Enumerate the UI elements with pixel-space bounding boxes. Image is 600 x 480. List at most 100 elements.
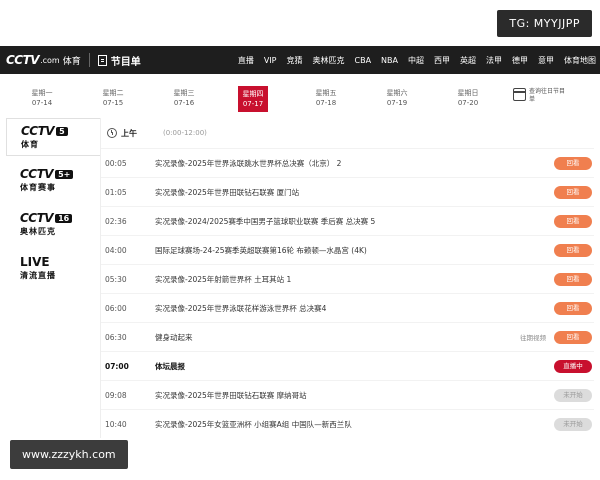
top-navbar: CCTV .com 体育 节目单 直播 VIP 竞猜 奥林匹克 CBA NBA … (0, 46, 600, 74)
program-time: 10:40 (105, 419, 127, 429)
program-title[interactable]: 实况录像-2025年世界田联钻石联赛 摩纳哥站 (155, 390, 307, 401)
not-started-badge: 未开始 (554, 388, 592, 402)
program-title[interactable]: 实况录像-2024/2025赛季中国男子篮球职业联赛 季后赛 总决赛 5 (155, 216, 375, 227)
channel-name: 体育赛事 (20, 183, 56, 192)
program-row[interactable]: 06:00 实况录像-2025年世界泳联花样游泳世界杯 总决赛4 回看 (101, 293, 594, 322)
date-day: 07-14 (31, 99, 53, 107)
nav-link-sports-map[interactable]: 体育地图 (564, 55, 596, 66)
channel-live[interactable]: LIVE 清流直播 (6, 248, 100, 288)
replay-button[interactable]: 回看 (554, 185, 592, 199)
program-title[interactable]: 实况录像-2025年世界泳联花样游泳世界杯 总决赛4 (155, 303, 326, 314)
program-row[interactable]: 06:30 健身动起来 往期视频 回看 (101, 322, 594, 351)
calendar-lookup[interactable]: 查询往日节目单 (513, 88, 569, 104)
program-title[interactable]: 体坛晨报 (155, 361, 185, 372)
replay-button[interactable]: 回看 (554, 272, 592, 286)
channel-number: 5 (56, 126, 68, 136)
site-logo[interactable]: CCTV .com 体育 (0, 46, 81, 74)
page-title: 节目单 (110, 56, 141, 68)
channel-number: 16 (55, 213, 73, 223)
date-weekday: 星期二 (102, 89, 124, 97)
program-row[interactable]: 10:40 实况录像-2025年女篮亚洲杯 小组赛A组 中国队—新西兰队 未开始 (101, 409, 594, 438)
date-weekday: 星期四 (242, 90, 264, 98)
program-title[interactable]: 健身动起来 (155, 332, 193, 343)
program-row-current[interactable]: 07:00 体坛晨报 直播中 (101, 351, 594, 380)
nav-link-bundesliga[interactable]: 德甲 (512, 55, 528, 66)
program-time: 01:05 (105, 187, 127, 197)
logo-sports: 体育 (62, 56, 81, 67)
program-row[interactable]: 02:36 实况录像-2024/2025赛季中国男子篮球职业联赛 季后赛 总决赛… (101, 206, 594, 235)
program-time: 09:08 (105, 390, 127, 400)
nav-link-csl[interactable]: 中超 (408, 55, 424, 66)
nav-links: 直播 VIP 竞猜 奥林匹克 CBA NBA 中超 西甲 英超 法甲 德甲 意甲… (228, 46, 596, 74)
date-tab-mon[interactable]: 星期一 07-14 (17, 84, 67, 108)
date-day: 07-17 (242, 100, 264, 108)
nav-divider (88, 53, 90, 67)
program-title[interactable]: 实况录像-2025年世界泳联跳水世界杯总决赛（北京） 2 (155, 158, 341, 169)
nav-link-quiz[interactable]: 竞猜 (287, 55, 303, 66)
date-tab-sun[interactable]: 星期日 07-20 (443, 84, 493, 108)
nav-link-epl[interactable]: 英超 (460, 55, 476, 66)
date-weekday: 星期日 (457, 89, 479, 97)
document-icon (97, 54, 107, 66)
date-tab-sat[interactable]: 星期六 07-19 (372, 84, 422, 108)
live-now-button[interactable]: 直播中 (554, 359, 592, 373)
date-weekday: 星期三 (173, 89, 195, 97)
program-row[interactable]: 00:05 实况录像-2025年世界泳联跳水世界杯总决赛（北京） 2 回看 (101, 148, 594, 177)
date-day: 07-16 (173, 99, 195, 107)
nav-link-ligue1[interactable]: 法甲 (486, 55, 502, 66)
program-title[interactable]: 实况录像-2025年女篮亚洲杯 小组赛A组 中国队—新西兰队 (155, 419, 352, 430)
calendar-label: 查询往日节目单 (529, 88, 566, 103)
program-row[interactable]: 01:05 实况录像-2025年世界田联钻石联赛 厦门站 回看 (101, 177, 594, 206)
channel-cctv5plus[interactable]: CCTV 5+ 体育赛事 (6, 160, 100, 200)
program-row[interactable]: 05:30 实况录像-2025年射箭世界杯 土耳其站 1 回看 (101, 264, 594, 293)
period-header: 上午 (0:00-12:00) (101, 118, 594, 148)
nav-link-olympics[interactable]: 奥林匹克 (313, 55, 345, 66)
date-day: 07-20 (457, 99, 479, 107)
replay-button[interactable]: 回看 (554, 330, 592, 344)
nav-link-vip[interactable]: VIP (264, 56, 277, 65)
program-title[interactable]: 实况录像-2025年世界田联钻石联赛 厦门站 (155, 187, 299, 198)
program-title[interactable]: 国际足球赛场-24-25赛季英超联赛第16轮 布赖顿—水晶宫 (4K) (155, 245, 367, 256)
program-time: 07:00 (105, 361, 129, 371)
clock-icon (107, 128, 117, 138)
channel-cctv5[interactable]: CCTV 5 体育 (6, 118, 100, 156)
program-time: 02:36 (105, 216, 127, 226)
date-tab-wed[interactable]: 星期三 07-16 (159, 84, 209, 108)
date-weekday: 星期六 (386, 89, 408, 97)
channel-name: 清流直播 (20, 271, 56, 280)
program-time: 05:30 (105, 274, 127, 284)
period-label: 上午 (121, 128, 137, 138)
program-row[interactable]: 09:08 实况录像-2025年世界田联钻石联赛 摩纳哥站 未开始 (101, 380, 594, 409)
nav-link-cba[interactable]: CBA (355, 56, 372, 65)
not-started-badge: 未开始 (554, 417, 592, 431)
program-list: 上午 (0:00-12:00) 00:05 实况录像-2025年世界泳联跳水世界… (100, 118, 594, 438)
channel-name: 体育 (21, 140, 39, 149)
nav-link-live[interactable]: 直播 (238, 55, 254, 66)
nav-link-nba[interactable]: NBA (381, 56, 398, 65)
date-tab-fri[interactable]: 星期五 07-18 (301, 84, 351, 108)
replay-button[interactable]: 回看 (554, 156, 592, 170)
replay-button[interactable]: 回看 (554, 214, 592, 228)
nav-link-seriea[interactable]: 意甲 (538, 55, 554, 66)
channel-logo: CCTV (20, 167, 54, 181)
date-tab-thu[interactable]: 星期四 07-17 (238, 86, 268, 112)
date-tab-tue[interactable]: 星期二 07-15 (88, 84, 138, 108)
date-weekday: 星期五 (315, 89, 337, 97)
replay-button[interactable]: 回看 (554, 243, 592, 257)
program-time: 06:30 (105, 332, 127, 342)
period-range: (0:00-12:00) (163, 129, 207, 137)
replay-button[interactable]: 回看 (554, 301, 592, 315)
program-row[interactable]: 04:00 国际足球赛场-24-25赛季英超联赛第16轮 布赖顿—水晶宫 (4K… (101, 235, 594, 264)
nav-link-laliga[interactable]: 西甲 (434, 55, 450, 66)
logo-com: .com (40, 55, 60, 65)
date-day: 07-19 (386, 99, 408, 107)
calendar-icon (513, 88, 526, 101)
channel-name: 奥林匹克 (20, 227, 56, 236)
program-time: 04:00 (105, 245, 127, 255)
program-title[interactable]: 实况录像-2025年射箭世界杯 土耳其站 1 (155, 274, 291, 285)
date-day: 07-18 (315, 99, 337, 107)
past-videos-link[interactable]: 往期视频 (520, 332, 546, 342)
channel-cctv16[interactable]: CCTV 16 奥林匹克 (6, 204, 100, 244)
channel-logo: CCTV (20, 211, 54, 225)
date-selector: 星期一 07-14 星期二 07-15 星期三 07-16 星期四 07-17 … (0, 84, 600, 114)
